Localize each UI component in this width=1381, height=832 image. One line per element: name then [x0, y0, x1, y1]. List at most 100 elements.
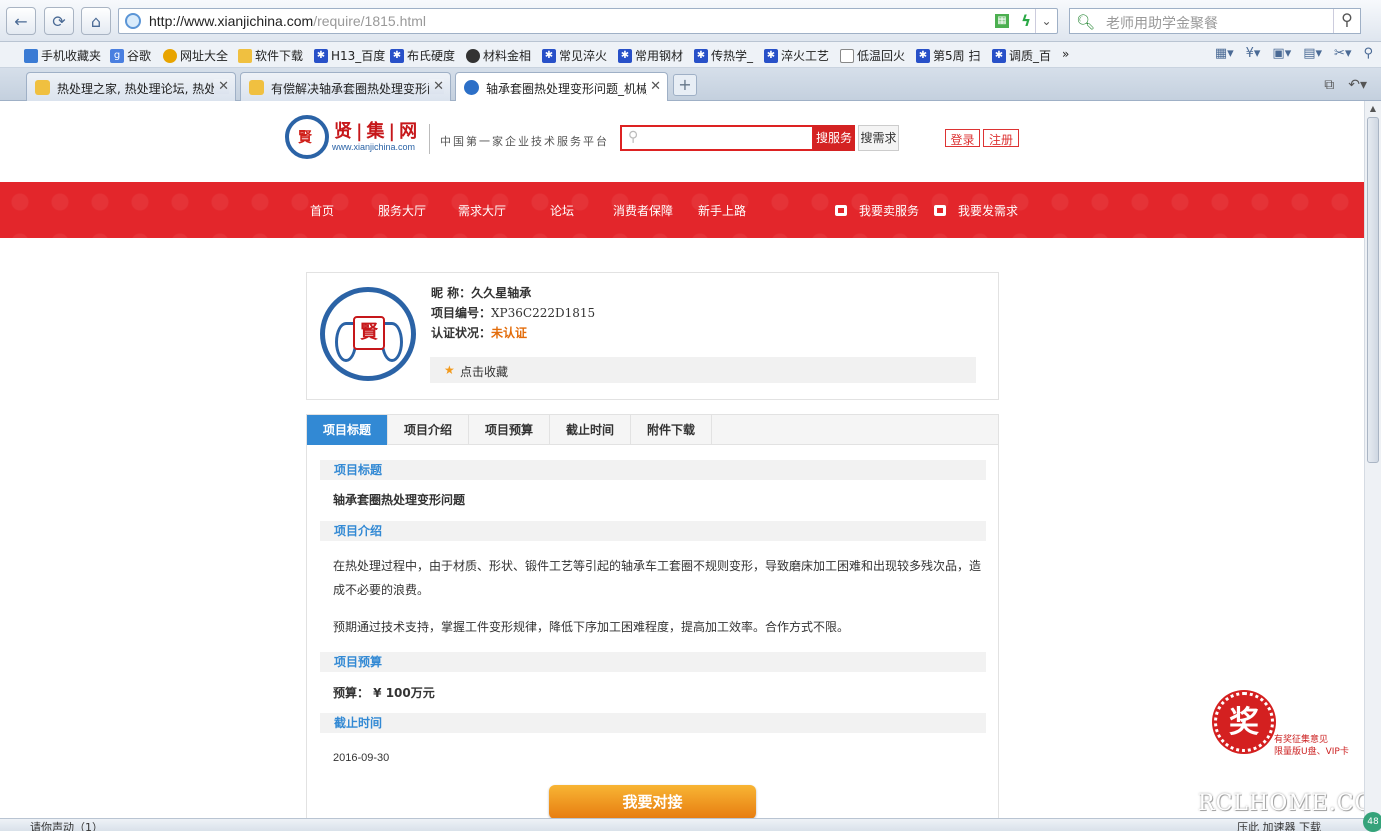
baidu-paw-icon: ✱ — [764, 48, 778, 63]
bookmark-label: 常用钢材 — [635, 49, 684, 63]
nav-consumer-protection[interactable]: 消费者保障 — [613, 202, 673, 219]
close-tab-icon[interactable]: ✕ — [429, 79, 444, 94]
search-service-button[interactable]: 搜服务 — [813, 125, 855, 151]
toolbar-extensions: ▦▾ ¥▾ ▣▾ ▤▾ ✂▾ ⚲ — [1215, 46, 1373, 61]
phone-icon — [24, 48, 38, 63]
badge-line-2: 限量版U盘、VIP卡 — [1274, 747, 1349, 757]
main-nav: 首页 服务大厅 需求大厅 论坛 消费者保障 新手上路 我要卖服务 我要发需求 — [0, 182, 1364, 238]
document-icon — [840, 48, 854, 63]
notification-badge[interactable]: 48 — [1363, 812, 1381, 832]
site-logo[interactable] — [285, 115, 329, 159]
new-tab-button[interactable]: + — [673, 74, 697, 96]
bookmarks-overflow-button[interactable]: » — [1062, 47, 1069, 61]
tab-project-budget[interactable]: 项目预算 — [469, 415, 550, 445]
browser-tab[interactable]: 有偿解决轴承套圈热处理变形问 ✕ — [240, 72, 451, 101]
bookmark-item[interactable]: 手机收藏夹 — [24, 47, 101, 64]
home-button[interactable]: ⌂ — [81, 7, 111, 35]
tab-attachments[interactable]: 附件下载 — [631, 415, 712, 445]
bookmark-item[interactable]: ✱ 传热学_ — [694, 47, 753, 64]
nav-newbie-guide[interactable]: 新手上路 — [698, 202, 746, 219]
register-button[interactable]: 注册 — [983, 129, 1019, 147]
url-path: /require/1815.html — [313, 13, 427, 29]
search-icon[interactable]: ⚲ — [1333, 9, 1360, 33]
edit-icon — [934, 205, 946, 216]
bookmark-item[interactable]: ✱ 常用钢材 — [618, 47, 683, 64]
bookmark-item[interactable]: ✱ 布氏硬度 — [390, 47, 455, 64]
star-icon: ★ — [444, 363, 455, 377]
apps-grid-icon[interactable]: ▦▾ — [1215, 46, 1234, 61]
section-heading-budget: 项目预算 — [320, 652, 986, 672]
nav-demand-hall[interactable]: 需求大厅 — [458, 202, 506, 219]
favorite-button[interactable]: ★ 点击收藏 — [430, 357, 976, 383]
undo-close-icon[interactable]: ↶▾ — [1348, 77, 1367, 93]
site-slogan: 中国第一家企业技术服务平台 — [440, 135, 609, 148]
cert-status: 未认证 — [491, 326, 528, 340]
project-deadline: 2016-09-30 — [333, 752, 390, 764]
bookmark-item[interactable]: 低温回火 — [840, 47, 905, 64]
bookmark-item[interactable]: ✱ 淬火工艺 — [764, 47, 829, 64]
bookmark-item[interactable]: 网址大全 — [163, 47, 228, 64]
google-icon: g — [110, 48, 124, 63]
browser-search-box[interactable]: 🔍︎ 老师用助学金聚餐 ⚲ — [1069, 8, 1361, 34]
address-text[interactable]: http://www.xianjichina.com/require/1815.… — [149, 13, 426, 29]
back-button[interactable]: ← — [6, 7, 36, 35]
chevron-down-icon[interactable]: ⌄ — [1035, 9, 1057, 33]
close-tab-icon[interactable]: ✕ — [214, 79, 229, 94]
project-title: 轴承套圈热处理变形问题 — [333, 493, 466, 507]
nav-service-hall[interactable]: 服务大厅 — [378, 202, 426, 219]
screenshot-icon[interactable]: ✂▾ — [1334, 46, 1351, 61]
section-heading-title: 项目标题 — [320, 460, 986, 480]
scroll-up-arrow-icon[interactable]: ▲ — [1365, 101, 1381, 117]
browser-tab[interactable]: 热处理之家, 热处理论坛, 热处理 ✕ — [26, 72, 236, 101]
nav-forum[interactable]: 论坛 — [550, 202, 574, 219]
vertical-scrollbar[interactable]: ▲ — [1364, 101, 1381, 818]
lightning-icon[interactable]: ϟ — [1021, 12, 1031, 30]
refresh-button[interactable]: ⟳ — [44, 7, 74, 35]
folder-icon — [238, 48, 252, 63]
zoom-icon[interactable]: ⚲ — [1363, 46, 1373, 61]
tab-deadline[interactable]: 截止时间 — [550, 415, 631, 445]
baidu-paw-icon: ✱ — [390, 48, 404, 63]
nav-home[interactable]: 首页 — [310, 202, 334, 219]
connect-button[interactable]: 我要对接 — [549, 785, 756, 818]
baidu-paw-icon: ✱ — [916, 48, 930, 63]
project-no-row: 项目编号：XP36C222D1815 — [431, 304, 595, 321]
tab-project-intro[interactable]: 项目介绍 — [388, 415, 469, 445]
tab-project-title[interactable]: 项目标题 — [307, 415, 388, 445]
sell-service-link[interactable]: 我要卖服务 — [835, 202, 919, 219]
feedback-badge[interactable]: 奖 有奖征集意见 限量版U盘、VIP卡 — [1214, 692, 1364, 764]
scroll-thumb[interactable] — [1367, 117, 1379, 463]
search-engine-icon[interactable]: 🔍︎ — [1076, 13, 1095, 31]
qr-code-icon[interactable]: ▦ — [995, 14, 1009, 28]
browser-tab-active[interactable]: 轴承套圈热处理变形问题_机械 ✕ — [455, 72, 668, 102]
back-arrow-icon: ← — [14, 11, 28, 31]
tab-title: 有偿解决轴承套圈热处理变形问 — [271, 82, 440, 96]
url-host: http://www.xianjichina.com — [149, 13, 314, 29]
address-bar[interactable]: http://www.xianjichina.com/require/1815.… — [118, 8, 1058, 34]
login-button[interactable]: 登录 — [945, 129, 980, 147]
favicon-icon — [464, 80, 479, 95]
bookmark-label: 调质_百 — [1009, 49, 1052, 63]
bookmark-item[interactable]: ✱ 常见淬火 — [542, 47, 607, 64]
search-demand-button[interactable]: 搜需求 — [858, 125, 899, 151]
bookmark-label: 布氏硬度 — [407, 49, 456, 63]
bookmark-item[interactable]: g 谷歌 — [110, 47, 151, 64]
award-seal-icon: 奖 — [1214, 692, 1274, 752]
window-icon[interactable]: ⧉ — [1324, 77, 1334, 93]
status-bar: 请你声动（1） 压此 加速器 下载 — [0, 818, 1381, 831]
game-icon[interactable]: ▤▾ — [1303, 46, 1322, 61]
section-heading-deadline: 截止时间 — [320, 713, 986, 733]
cert-row: 认证状况：未认证 — [431, 324, 527, 341]
web-page: 贤|集|网 www.xianjichina.com 中国第一家企业技术服务平台 … — [0, 101, 1364, 818]
pdf-icon[interactable]: ▣▾ — [1272, 46, 1291, 61]
bookmark-item[interactable]: 材料金相 — [466, 47, 531, 64]
close-tab-icon[interactable]: ✕ — [646, 79, 661, 94]
bookmark-item[interactable]: ✱ 第5周 扫 — [916, 47, 980, 64]
money-icon[interactable]: ¥▾ — [1246, 46, 1261, 61]
site-search-input[interactable]: ⚲ — [620, 125, 814, 151]
post-demand-link[interactable]: 我要发需求 — [934, 202, 1018, 219]
bookmark-item[interactable]: ✱ H13_百度 — [314, 47, 385, 64]
site-name[interactable]: 贤|集|网 — [334, 117, 421, 143]
bookmark-item[interactable]: ✱ 调质_百 — [992, 47, 1051, 64]
bookmark-item[interactable]: 软件下载 — [238, 47, 303, 64]
